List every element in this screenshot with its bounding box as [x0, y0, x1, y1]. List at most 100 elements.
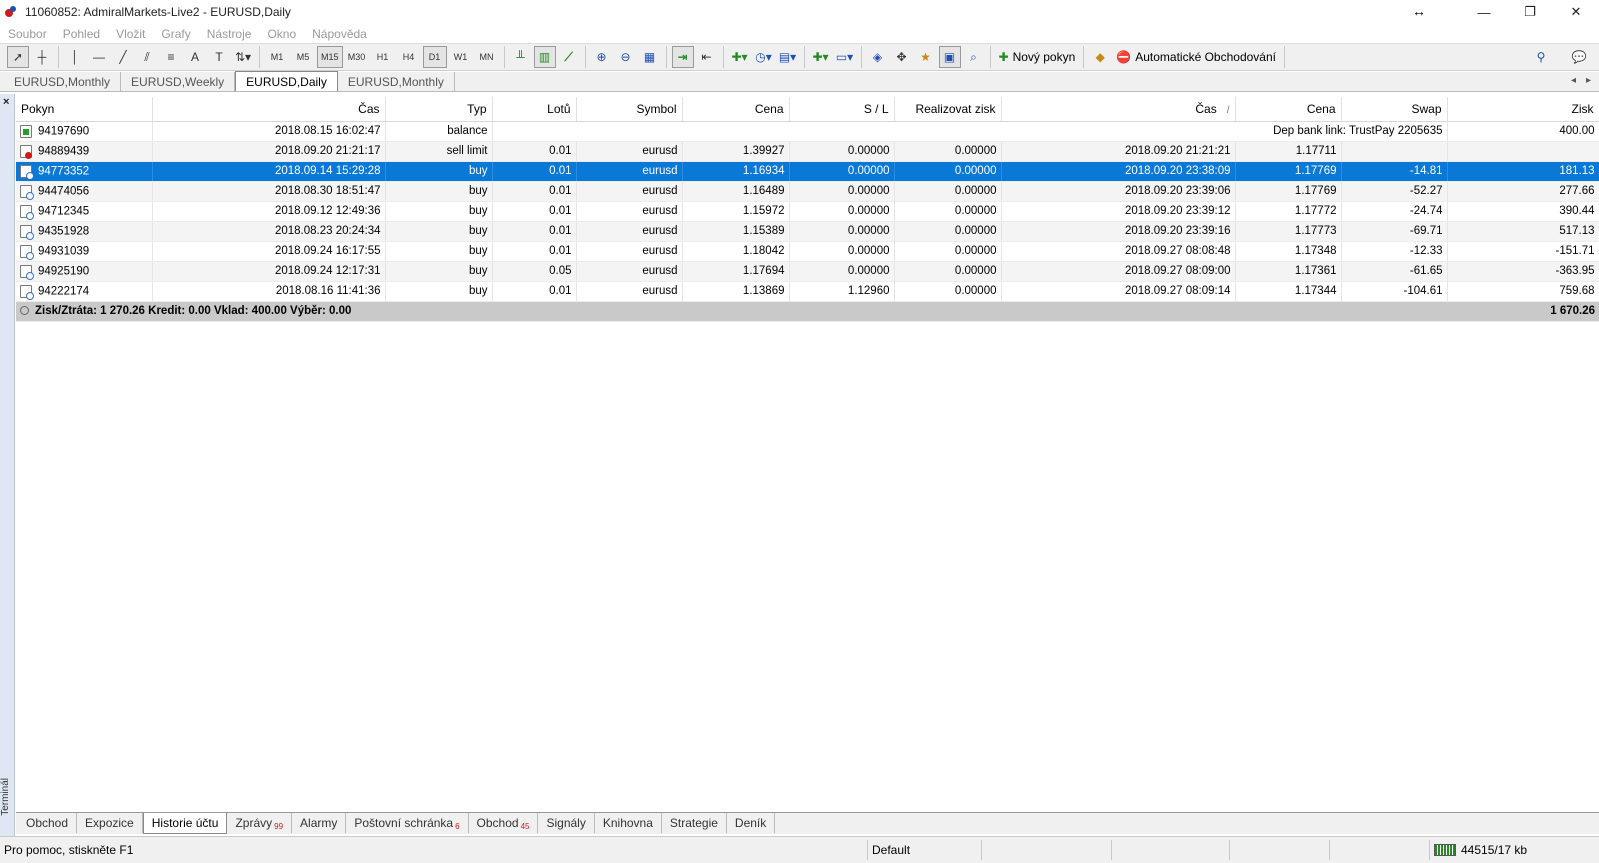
line-chart-icon[interactable]: ⟋ [558, 46, 580, 68]
close-window-button[interactable]: ✕ [1553, 0, 1599, 24]
table-row[interactable]: 94889439 2018.09.20 21:21:17 sell limit … [16, 141, 1599, 162]
menu-insert[interactable]: Vložit [108, 27, 153, 41]
text-icon[interactable]: A [184, 46, 206, 68]
restore-button[interactable]: ❐ [1507, 0, 1553, 24]
equidistant-channel-icon[interactable]: ⫽ [136, 46, 158, 68]
metaeditor-icon[interactable]: ◆ [1089, 46, 1111, 68]
strategy-tester-icon[interactable]: ⌕ [963, 46, 985, 68]
menu-window[interactable]: Okno [259, 27, 304, 41]
col-tp[interactable]: Realizovat zisk [894, 97, 1002, 122]
new-chart-icon[interactable]: ✚▾ [810, 46, 832, 68]
zoom-in-icon[interactable]: ⊕ [591, 46, 613, 68]
col-profit[interactable]: Zisk [1447, 97, 1599, 122]
col-close-price[interactable]: Cena [1235, 97, 1342, 122]
col-sl[interactable]: S / L [789, 97, 895, 122]
zoom-out-icon[interactable]: ⊖ [615, 46, 637, 68]
table-row[interactable]: 94931039 2018.09.24 16:17:55 buy 0.01 eu… [16, 241, 1599, 262]
timeframe-w1[interactable]: W1 [449, 46, 473, 68]
timeframe-mn[interactable]: MN [475, 46, 499, 68]
menu-file[interactable]: Soubor [0, 27, 55, 41]
window-controls: — ❐ ✕ [1461, 0, 1599, 24]
table-row[interactable]: 94474056 2018.08.30 18:51:47 buy 0.01 eu… [16, 181, 1599, 202]
status-connection[interactable]: 44515/17 kb [1430, 840, 1580, 860]
periods-icon[interactable]: ◷▾ [753, 46, 775, 68]
fibonacci-icon[interactable]: ≡ [160, 46, 182, 68]
tile-windows-icon[interactable]: ▦ [639, 46, 661, 68]
scroll-right-icon[interactable]: ▸ [1586, 75, 1591, 86]
table-row-selected[interactable]: 94773352 2018.09.14 15:29:28 buy 0.01 eu… [16, 161, 1599, 182]
market-watch-icon[interactable]: ◈ [867, 46, 889, 68]
col-swap[interactable]: Swap [1341, 97, 1448, 122]
terminal-icon[interactable]: ▣ [938, 46, 961, 68]
table-row[interactable]: 94351928 2018.08.23 20:24:34 buy 0.01 eu… [16, 221, 1599, 242]
chat-icon[interactable]: 💬 [1568, 46, 1590, 68]
status-profile[interactable]: Default [868, 840, 982, 860]
tab-market[interactable]: Obchod 45 [469, 813, 539, 833]
col-open-time[interactable]: Čas [152, 97, 386, 122]
tab-trade[interactable]: Obchod [18, 813, 78, 833]
tab-mailbox[interactable]: Poštovní schránka 6 [346, 813, 469, 833]
timeframe-m15[interactable]: M15 [317, 46, 343, 68]
table-row[interactable]: 94925190 2018.09.24 12:17:31 buy 0.05 eu… [16, 261, 1599, 282]
tab-code-base[interactable]: Knihovna [595, 813, 662, 833]
search-icon[interactable]: ⚲ [1530, 46, 1552, 68]
tab-account-history[interactable]: Historie účtu [142, 813, 228, 834]
table-row[interactable]: 94712345 2018.09.12 12:49:36 buy 0.01 eu… [16, 201, 1599, 222]
tab-exposure[interactable]: Expozice [77, 813, 143, 833]
chart-tab-eurusd-monthly[interactable]: EURUSD,Monthly [4, 72, 122, 91]
cell-open-price: 1.16489 [682, 181, 790, 202]
bar-chart-icon[interactable]: ╨ [510, 46, 532, 68]
cell-sl: 0.00000 [789, 261, 895, 282]
auto-trading-button[interactable]: ⛔ Automatické Obchodování [1112, 50, 1280, 64]
tab-alerts[interactable]: Alarmy [292, 813, 347, 833]
col-open-price[interactable]: Cena [682, 97, 790, 122]
timeframe-m5[interactable]: M5 [291, 46, 315, 68]
arrows-dropdown-icon[interactable]: ⇅▾ [232, 46, 254, 68]
data-window-icon[interactable]: ✥ [891, 46, 913, 68]
col-symbol[interactable]: Symbol [576, 97, 683, 122]
crosshair-icon[interactable]: ┼ [31, 46, 53, 68]
col-type[interactable]: Typ [385, 97, 493, 122]
timeframe-m30[interactable]: M30 [345, 46, 369, 68]
tab-news[interactable]: Zprávy 99 [227, 813, 293, 833]
menu-charts[interactable]: Grafy [153, 27, 198, 41]
table-row-balance[interactable]: 94197690 2018.08.15 16:02:47 balance Dep… [16, 121, 1599, 142]
chart-tab-eurusd-daily[interactable]: EURUSD,Daily [235, 71, 338, 91]
templates-icon[interactable]: ▤▾ [777, 46, 799, 68]
new-order-icon: ✚ [998, 50, 1009, 64]
vertical-line-icon[interactable]: │ [64, 46, 86, 68]
cell-order-text: 94222174 [38, 285, 90, 298]
navigator-icon[interactable]: ★ [915, 46, 937, 68]
tab-journal[interactable]: Deník [727, 813, 776, 833]
col-order[interactable]: Pokyn [16, 97, 153, 122]
horizontal-line-icon[interactable]: — [88, 46, 110, 68]
cell-swap: -61.65 [1341, 261, 1448, 282]
tab-label: Signály [546, 816, 586, 830]
trendline-icon[interactable]: ╱ [112, 46, 134, 68]
terminal-close-button[interactable]: × [3, 96, 9, 108]
col-lots[interactable]: Lotů [492, 97, 577, 122]
chart-tab-eurusd-monthly-2[interactable]: EURUSD,Monthly [338, 72, 455, 91]
candlestick-icon[interactable]: ▥ [533, 46, 556, 68]
timeframe-m1[interactable]: M1 [265, 46, 289, 68]
timeframe-h1[interactable]: H1 [371, 46, 395, 68]
col-close-time[interactable]: Čas / [1001, 97, 1236, 122]
new-order-button[interactable]: ✚ Nový pokyn [995, 50, 1080, 64]
menu-help[interactable]: Nápověda [304, 27, 375, 41]
minimize-button[interactable]: — [1461, 0, 1507, 24]
timeframe-d1[interactable]: D1 [422, 46, 447, 68]
chart-shift-icon[interactable]: ⇤ [696, 46, 718, 68]
menu-view[interactable]: Pohled [55, 27, 108, 41]
scroll-left-icon[interactable]: ◂ [1571, 75, 1576, 86]
text-label-icon[interactable]: T [208, 46, 230, 68]
chart-tab-eurusd-weekly[interactable]: EURUSD,Weekly [121, 72, 236, 91]
tab-signals[interactable]: Signály [538, 813, 595, 833]
profiles-icon[interactable]: ▭▾ [834, 46, 856, 68]
menu-tools[interactable]: Nástroje [199, 27, 260, 41]
table-row[interactable]: 94222174 2018.08.16 11:41:36 buy 0.01 eu… [16, 281, 1599, 302]
indicators-icon[interactable]: ✚▾ [729, 46, 751, 68]
cursor-icon[interactable]: ➚ [7, 46, 29, 68]
tab-experts[interactable]: Strategie [662, 813, 727, 833]
timeframe-h4[interactable]: H4 [397, 46, 421, 68]
autoscroll-icon[interactable]: ⇥ [671, 46, 694, 68]
